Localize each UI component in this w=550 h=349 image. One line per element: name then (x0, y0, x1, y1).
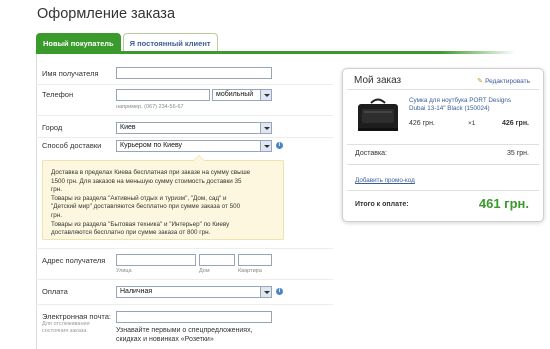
recipient-name-input[interactable] (116, 67, 272, 79)
divider (347, 144, 539, 145)
email-input[interactable] (116, 311, 272, 323)
apartment-hint: Квартира (238, 268, 262, 274)
divider (347, 89, 539, 90)
apartment-input[interactable] (238, 254, 272, 266)
payment-label: Оплата (42, 287, 68, 296)
city-label: Город (42, 123, 63, 132)
delivery-cost-label: Доставка: (355, 150, 388, 157)
email-sublabel: Для отслеживания (42, 321, 90, 327)
page-title: Оформление заказа (37, 6, 176, 22)
phone-hint: например, (067) 234-56-67 (116, 104, 184, 110)
divider (36, 84, 333, 85)
phone-type-value: мобильный (216, 91, 254, 98)
info-icon[interactable]: i (276, 142, 283, 149)
total-label: Итого к оплате: (355, 201, 409, 208)
divider (36, 248, 333, 249)
chevron-down-icon (260, 141, 271, 151)
product-price: 426 грн. (409, 120, 435, 127)
divider (36, 137, 333, 138)
tab-underline-fade (440, 51, 516, 54)
house-input[interactable] (199, 254, 235, 266)
street-hint: Улица (116, 268, 132, 274)
delivery-method-label: Способ доставки (42, 141, 102, 150)
chevron-down-icon (260, 287, 271, 297)
email-sublabel: состояния заказа (42, 328, 87, 334)
add-promo-code-link[interactable]: Добавить промо-код (355, 177, 415, 184)
total-value: 461 грн. (478, 196, 529, 211)
recipient-name-label: Имя получателя (42, 69, 99, 78)
product-qty: ×1 (468, 120, 476, 127)
product-name-link[interactable]: Сумка для ноутбука PORT Designs Dubai 13… (409, 97, 524, 113)
customer-tabs: Новый покупатель Я постоянный клиент (36, 33, 218, 52)
divider (36, 279, 333, 280)
house-hint: Дом (199, 268, 210, 274)
divider (347, 164, 539, 165)
edit-order-label: Редактировать (485, 78, 530, 85)
product-total: 426 грн. (502, 120, 529, 127)
payment-value: Наличная (120, 288, 153, 295)
order-summary: Мой заказ ✎ Редактировать Сумка для ноутб… (342, 68, 544, 222)
pencil-icon: ✎ (477, 78, 484, 85)
tab-returning-customer[interactable]: Я постоянный клиент (122, 33, 218, 52)
delivery-method-select[interactable]: Курьером по Киеву (116, 140, 272, 152)
delivery-info-text: Доставка в пределах Киева бесплатная при… (51, 169, 251, 237)
divider (36, 115, 333, 116)
address-label: Адрес получателя (42, 256, 106, 265)
email-label: Электронная почта: (42, 312, 112, 321)
laptop-bag-image (358, 98, 398, 131)
payment-select[interactable]: Наличная (116, 286, 272, 298)
divider (36, 304, 333, 305)
chevron-down-icon (260, 90, 271, 100)
edit-order-link[interactable]: ✎ Редактировать (477, 77, 530, 85)
divider (347, 190, 539, 191)
phone-input[interactable] (116, 89, 210, 101)
order-title: Мой заказ (354, 75, 402, 86)
tab-new-customer[interactable]: Новый покупатель (36, 33, 121, 52)
chevron-down-icon (260, 123, 271, 133)
city-select[interactable]: Киев (116, 122, 272, 134)
street-input[interactable] (116, 254, 196, 266)
delivery-method-value: Курьером по Киеву (120, 142, 183, 149)
info-icon[interactable]: i (276, 288, 283, 295)
subscribe-text: Узнавайте первыми о спецпредложениях, ск… (116, 327, 253, 343)
delivery-info-box: Доставка в пределах Киева бесплатная при… (42, 155, 284, 240)
delivery-cost-value: 35 грн. (507, 150, 529, 157)
phone-label: Телефон (42, 90, 74, 99)
city-value: Киев (120, 124, 136, 131)
phone-type-select[interactable]: мобильный (212, 89, 272, 101)
